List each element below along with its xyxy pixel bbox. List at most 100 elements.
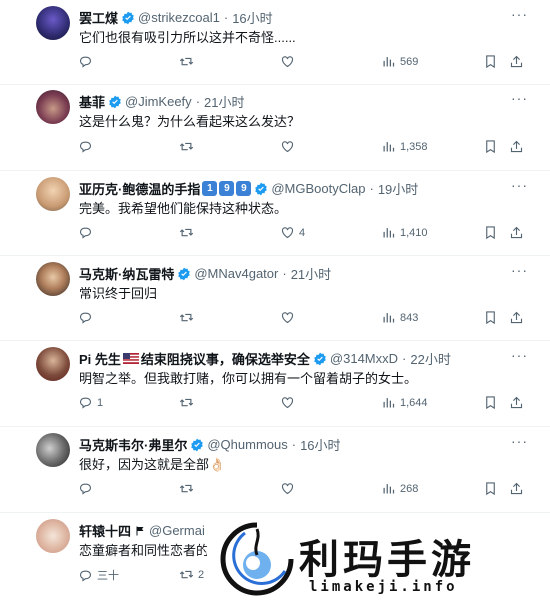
like-count: 4 (299, 226, 306, 239)
author-handle[interactable]: @314MxxD (330, 351, 398, 366)
more-icon[interactable]: ··· (511, 6, 528, 22)
tweet-text: 很好，因为这就是全部👌🏻 (79, 457, 226, 472)
bookmark-button[interactable] (483, 310, 498, 325)
reply-button[interactable]: 1 (78, 395, 103, 410)
reply-button[interactable] (78, 225, 97, 240)
post-time[interactable]: 21小时 (204, 92, 244, 111)
bookmark-icon (486, 226, 495, 240)
tweet-text: 恋童癖者和同性恋者的 (79, 543, 210, 558)
verified-badge-icon (314, 352, 326, 365)
post-time[interactable]: 21小时 (291, 264, 331, 283)
share-icon (510, 396, 523, 409)
tweet-item[interactable]: 马克斯·纳瓦雷特 @MNav4gator · 21小时 ··· 常识终于回归 8… (0, 256, 550, 341)
retweet-button[interactable] (179, 54, 198, 69)
share-button[interactable] (509, 54, 524, 69)
avatar[interactable] (36, 433, 70, 467)
bookmark-button[interactable] (483, 139, 498, 154)
bookmark-button[interactable] (483, 54, 498, 69)
author-handle[interactable]: @JimKeefy (125, 94, 192, 109)
avatar[interactable] (36, 6, 70, 40)
retweet-button[interactable] (179, 395, 198, 410)
retweet-button[interactable] (179, 310, 198, 325)
post-time[interactable]: 16小时 (300, 435, 340, 454)
share-button[interactable] (509, 481, 524, 496)
reply-button[interactable] (78, 481, 97, 496)
share-button[interactable] (509, 395, 524, 410)
retweet-button[interactable] (179, 225, 198, 240)
tweet-text: 这是什么鬼？为什么看起来这么发达？ (79, 114, 301, 129)
watermark-logo-icon (220, 522, 294, 596)
author-name[interactable]: Pi 先生 (79, 349, 121, 368)
avatar[interactable] (36, 347, 70, 381)
views-button[interactable]: 569 (381, 54, 418, 69)
share-icon (510, 311, 523, 324)
share-icon (510, 140, 523, 153)
bookmark-button[interactable] (483, 395, 498, 410)
share-icon (510, 226, 523, 239)
retweet-button[interactable] (179, 139, 198, 154)
views-button[interactable]: 843 (381, 310, 418, 325)
like-icon (281, 141, 294, 153)
like-button[interactable] (280, 395, 299, 410)
reply-count: 三十 (97, 570, 119, 582)
retweet-icon (179, 57, 194, 66)
author-handle[interactable]: @Germai (149, 523, 205, 538)
tweet-item[interactable]: 罢工煤 @strikezcoal1 · 16小时 ··· 它们也很有吸引力所以这… (0, 0, 550, 85)
author-name[interactable]: 亚历克·鲍德温的手指 (79, 179, 200, 198)
verified-badge-icon (191, 438, 204, 451)
author-handle[interactable]: @MGBootyClap (271, 181, 365, 196)
tweet-item[interactable]: 亚历克·鲍德温的手指 1 9 9 @MGBootyClap · 19小时 ···… (0, 171, 550, 256)
author-handle[interactable]: @MNav4gator (194, 266, 278, 281)
like-button[interactable] (280, 481, 299, 496)
tweet-item[interactable]: Pi 先生 结束阻挠议事，确保选举安全 @314MxxD · 22小时 ··· … (0, 341, 550, 427)
post-time[interactable]: 22小时 (410, 349, 450, 368)
author-name[interactable]: 马克斯韦尔·弗里尔 (79, 435, 187, 454)
bookmark-button[interactable] (483, 481, 498, 496)
share-button[interactable] (509, 225, 524, 240)
reply-icon (79, 227, 92, 239)
reply-button[interactable] (78, 54, 97, 69)
avatar[interactable] (36, 177, 70, 211)
more-icon[interactable]: ··· (511, 433, 528, 449)
like-button[interactable] (280, 54, 299, 69)
bookmark-button[interactable] (483, 225, 498, 240)
avatar[interactable] (36, 519, 70, 553)
views-button[interactable]: 1,358 (381, 139, 428, 154)
like-button[interactable]: 4 (280, 225, 305, 240)
avatar[interactable] (36, 90, 70, 124)
views-icon (383, 228, 395, 238)
post-time[interactable]: 19小时 (378, 179, 418, 198)
more-icon[interactable]: ··· (511, 90, 528, 106)
post-time[interactable]: 16小时 (232, 8, 272, 27)
retweet-icon (179, 484, 194, 493)
avatar[interactable] (36, 262, 70, 296)
share-button[interactable] (509, 310, 524, 325)
like-button[interactable] (280, 139, 299, 154)
more-icon[interactable]: ··· (511, 347, 528, 363)
views-button[interactable]: 1,410 (381, 225, 428, 240)
views-button[interactable]: 268 (381, 481, 418, 496)
tweet-item[interactable]: 马克斯韦尔·弗里尔 @Qhummous · 16小时 ··· 很好，因为这就是全… (0, 427, 550, 513)
more-icon[interactable]: ··· (511, 262, 528, 278)
author-name[interactable]: 轩辕十四 (79, 521, 131, 540)
author-handle[interactable]: @strikezcoal1 (138, 10, 220, 25)
tweet-item[interactable]: 基菲 @JimKeefy · 21小时 ··· 这是什么鬼？为什么看起来这么发达… (0, 85, 550, 171)
retweet-button[interactable]: 2 (179, 567, 204, 582)
share-button[interactable] (509, 139, 524, 154)
author-handle[interactable]: @Qhummous (207, 437, 287, 452)
more-icon[interactable]: ··· (511, 177, 528, 193)
retweet-button[interactable] (179, 481, 198, 496)
retweet-icon (179, 142, 194, 151)
reply-button[interactable] (78, 139, 97, 154)
author-name[interactable]: 马克斯·纳瓦雷特 (79, 264, 174, 283)
reply-button[interactable] (78, 310, 97, 325)
author-name[interactable]: 基菲 (79, 92, 105, 111)
author-name-suffix[interactable]: 结束阻挠议事，确保选举安全 (141, 349, 310, 368)
reply-button[interactable]: 三十 (78, 567, 119, 583)
views-button[interactable]: 1,644 (381, 395, 428, 410)
views-icon (383, 142, 395, 152)
keycap-emoji: 9 (219, 181, 235, 196)
keycap-emoji: 1 (202, 181, 218, 196)
like-button[interactable] (280, 310, 299, 325)
author-name[interactable]: 罢工煤 (79, 8, 118, 27)
